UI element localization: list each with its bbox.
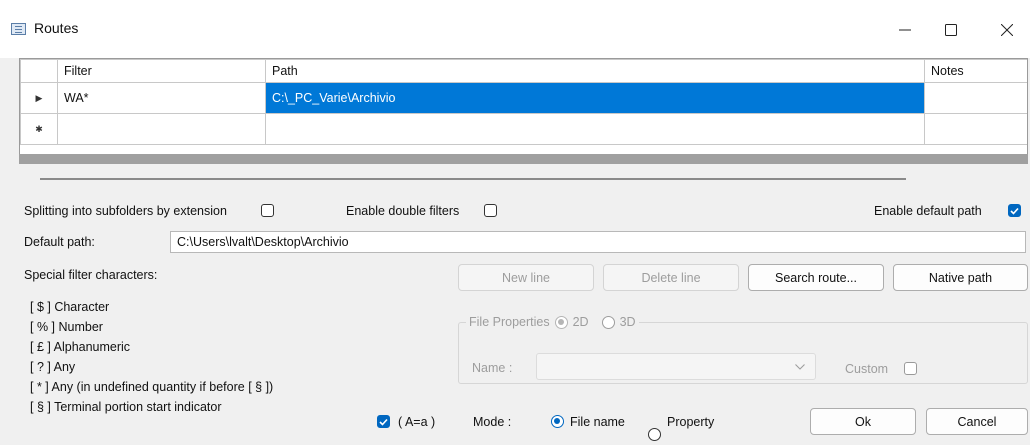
title-bar xyxy=(0,0,1030,58)
column-header-filter[interactable]: Filter xyxy=(57,59,266,83)
cell-notes[interactable] xyxy=(924,113,1027,145)
default-path-label: Default path: xyxy=(24,235,95,249)
routes-grid[interactable]: Filter Path Notes ▶ WA* C:\_PC_Varie\Arc… xyxy=(19,58,1028,158)
maximize-button[interactable] xyxy=(928,10,974,50)
radio-property[interactable] xyxy=(648,428,661,441)
minimize-icon xyxy=(899,29,911,31)
custom-checkbox[interactable] xyxy=(904,362,917,375)
legend-item: [ % ] Number xyxy=(30,320,103,334)
file-properties-title: File Properties xyxy=(469,315,550,329)
case-insensitive-label: ( A=a ) xyxy=(398,415,436,429)
custom-label: Custom xyxy=(845,362,889,376)
chevron-down-icon xyxy=(795,364,805,370)
checkmark-icon xyxy=(1010,207,1019,215)
new-line-button[interactable]: New line xyxy=(458,264,594,291)
file-properties-header: File Properties 2D 3D xyxy=(466,315,639,329)
ok-button[interactable]: Ok xyxy=(810,408,916,435)
delete-line-button[interactable]: Delete line xyxy=(603,264,739,291)
double-filters-checkbox[interactable] xyxy=(484,204,497,217)
cell-path[interactable]: C:\_PC_Varie\Archivio xyxy=(265,82,925,114)
double-filters-label: Enable double filters xyxy=(346,204,460,218)
grid-corner xyxy=(20,59,58,83)
horizontal-scrollbar[interactable] xyxy=(40,178,906,180)
legend-item: [ $ ] Character xyxy=(30,300,110,314)
close-button[interactable] xyxy=(984,10,1030,50)
maximize-icon xyxy=(945,24,957,36)
current-row-indicator-icon[interactable]: ▶ xyxy=(20,82,58,114)
radio-3d-label: 3D xyxy=(619,315,636,329)
special-chars-heading: Special filter characters: xyxy=(24,268,158,282)
window-title: Routes xyxy=(34,20,79,36)
default-path-input[interactable]: C:\Users\lvalt\Desktop\Archivio xyxy=(170,231,1026,253)
name-label: Name : xyxy=(472,361,513,375)
enable-default-path-label: Enable default path xyxy=(874,204,982,218)
radio-2d[interactable] xyxy=(554,315,568,329)
radio-3d[interactable] xyxy=(601,315,615,329)
radio-file-name-label: File name xyxy=(570,415,625,429)
legend-item: [ * ] Any (in undefined quantity if befo… xyxy=(30,380,274,394)
case-insensitive-checkbox[interactable] xyxy=(377,415,390,428)
native-path-button[interactable]: Native path xyxy=(893,264,1028,291)
radio-file-name[interactable] xyxy=(551,415,564,428)
search-route-button[interactable]: Search route... xyxy=(748,264,884,291)
cancel-button[interactable]: Cancel xyxy=(926,408,1028,435)
cell-filter[interactable] xyxy=(57,113,266,145)
legend-item: [ § ] Terminal portion start indicator xyxy=(30,400,222,414)
column-header-path[interactable]: Path xyxy=(265,59,925,83)
new-row-indicator-icon[interactable]: ✱ xyxy=(20,113,58,145)
cell-filter[interactable]: WA* xyxy=(57,82,266,114)
radio-2d-label: 2D xyxy=(572,315,589,329)
list-window-icon xyxy=(11,23,26,35)
split-subfolders-checkbox[interactable] xyxy=(261,204,274,217)
column-header-notes[interactable]: Notes xyxy=(924,59,1027,83)
radio-property-label: Property xyxy=(667,415,715,429)
name-dropdown[interactable] xyxy=(536,353,816,380)
legend-item: [ £ ] Alphanumeric xyxy=(30,340,131,354)
table-row-new[interactable]: ✱ xyxy=(20,113,1027,145)
grid-empty-area xyxy=(19,154,1028,164)
split-subfolders-label: Splitting into subfolders by extension xyxy=(24,204,227,218)
minimize-button[interactable] xyxy=(882,10,928,50)
legend-item: [ ? ] Any xyxy=(30,360,76,374)
table-row[interactable]: ▶ WA* C:\_PC_Varie\Archivio xyxy=(20,82,1027,114)
enable-default-path-checkbox[interactable] xyxy=(1008,204,1021,217)
close-icon xyxy=(1001,24,1013,36)
checkmark-icon xyxy=(379,418,388,426)
cell-path[interactable] xyxy=(265,113,925,145)
mode-label: Mode : xyxy=(473,415,512,429)
cell-notes[interactable] xyxy=(924,82,1027,114)
